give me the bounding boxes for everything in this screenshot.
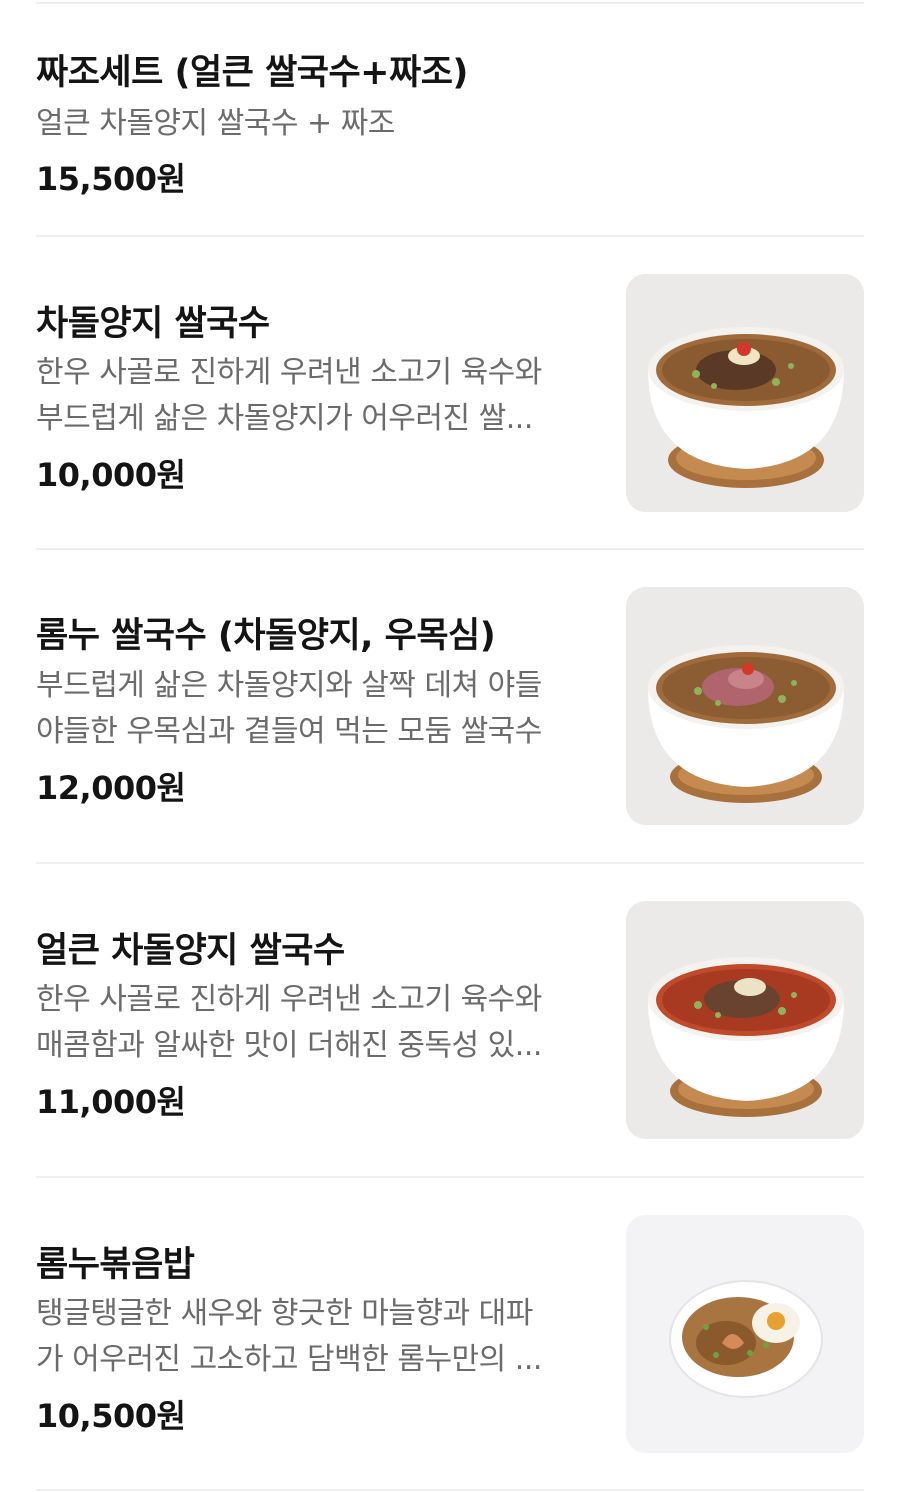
menu-item-price: 15,500원 [36,160,186,198]
menu-item-description: 얼큰 차돌양지 쌀국수 + 짜조 [36,106,395,141]
menu-item-name: 롬누볶음밥 [36,1245,195,1285]
fried-rice-plate-icon [626,1215,864,1453]
menu-item-price: 11,000원 [36,1083,186,1121]
menu-item-name: 짜조세트 (얼큰 쌀국수+짜조) [36,53,468,93]
menu-item-photo[interactable] [626,587,864,825]
menu-item-name: 얼큰 차돌양지 쌀국수 [36,931,345,971]
menu-item-description: 부드럽게 삶은 차돌양지와 살짝 데쳐 야들 야들한 우목심과 곁들여 먹는 모… [36,668,542,749]
menu-item-fried-rice[interactable]: 롬누볶음밥 탱글탱글한 새우와 향긋한 마늘향과 대파 가 어우러진 고소하고 … [36,1178,864,1489]
menu-item-photo[interactable] [626,274,864,512]
menu-item-price: 12,000원 [36,769,186,807]
menu-item-description: 한우 사골로 진하게 우려낸 소고기 육수와 매콤함과 알싸한 맛이 더해진 중… [36,982,542,1063]
menu-item-spicy-pho[interactable]: 얼큰 차돌양지 쌀국수 한우 사골로 진하게 우려낸 소고기 육수와 매콤함과 … [36,864,864,1176]
menu-item-name: 차돌양지 쌀국수 [36,304,270,344]
menu-item-price: 10,500원 [36,1397,186,1435]
pho-bowl-icon [626,274,864,512]
menu-item-jjajo-set[interactable]: 짜조세트 (얼큰 쌀국수+짜조) 얼큰 차돌양지 쌀국수 + 짜조 15,500… [36,0,864,235]
menu-item-photo[interactable] [626,901,864,1139]
menu-item-romnu-pho[interactable]: 롬누 쌀국수 (차돌양지, 우목심) 부드럽게 삶은 차돌양지와 살짝 데쳐 야… [36,550,864,862]
menu-item-photo[interactable] [626,1215,864,1453]
menu-item-description: 한우 사골로 진하게 우려낸 소고기 육수와 부드럽게 삶은 차돌양지가 어우러… [36,355,542,436]
menu-item-chadol-pho[interactable]: 차돌양지 쌀국수 한우 사골로 진하게 우려낸 소고기 육수와 부드럽게 삶은 … [36,237,864,548]
pho-bowl-icon [626,587,864,825]
menu-item-price: 10,000원 [36,456,186,494]
divider [36,1489,864,1491]
menu-item-description: 탱글탱글한 새우와 향긋한 마늘향과 대파 가 어우러진 고소하고 담백한 롬누… [36,1296,542,1377]
menu-item-name: 롬누 쌀국수 (차돌양지, 우목심) [36,616,496,656]
pho-bowl-icon [626,901,864,1139]
